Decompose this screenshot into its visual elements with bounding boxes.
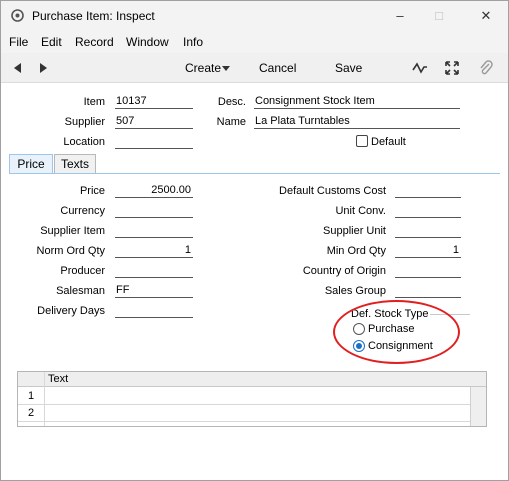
desc-field[interactable]: Consignment Stock Item (254, 95, 460, 109)
matrix-header: Text (18, 372, 486, 387)
country-of-origin-field[interactable] (395, 264, 461, 278)
menu-edit[interactable]: Edit (41, 35, 62, 49)
matrix-row-number: 2 (27, 407, 35, 419)
sales-group-field[interactable] (395, 284, 461, 298)
matrix-column-text: Text (48, 373, 69, 385)
supplier-unit-label: Supplier Unit (323, 225, 386, 237)
toolbar: Create Cancel Save (1, 53, 508, 83)
currency-label: Currency (60, 205, 105, 217)
menu-record[interactable]: Record (75, 35, 114, 49)
producer-label: Producer (60, 265, 105, 277)
chevron-down-icon[interactable] (220, 62, 232, 74)
save-button[interactable]: Save (335, 61, 362, 75)
norm-ord-qty-label: Norm Ord Qty (36, 245, 105, 257)
tab-divider (9, 173, 500, 174)
currency-field[interactable] (115, 204, 193, 218)
purchase-item-window: Purchase Item: Inspect – □ ✕ File Edit R… (0, 0, 509, 481)
name-label: Name (216, 116, 246, 128)
menu-bar: File Edit Record Window Info (1, 31, 508, 53)
name-field[interactable]: La Plata Turntables (254, 115, 460, 129)
desc-label: Desc. (217, 96, 246, 108)
sales-group-label: Sales Group (324, 285, 386, 297)
location-field[interactable] (115, 135, 193, 149)
default-customs-cost-label: Default Customs Cost (279, 185, 386, 197)
title-bar: Purchase Item: Inspect – □ ✕ (1, 1, 508, 31)
activity-icon[interactable] (412, 60, 428, 76)
tab-texts[interactable]: Texts (54, 154, 96, 174)
window-title: Purchase Item: Inspect (32, 9, 155, 23)
matrix-cell[interactable] (45, 405, 470, 421)
min-ord-qty-field[interactable]: 1 (395, 244, 461, 258)
app-icon (11, 9, 24, 22)
menu-file[interactable]: File (9, 35, 28, 49)
default-label: Default (371, 136, 406, 148)
previous-record-icon[interactable] (10, 60, 26, 76)
supplier-field[interactable]: 507 (115, 115, 193, 129)
record-content: Item 10137 Desc. Consignment Stock Item … (1, 84, 508, 480)
cancel-button[interactable]: Cancel (259, 61, 296, 75)
tab-price[interactable]: Price (9, 154, 53, 174)
expand-icon[interactable] (444, 60, 460, 76)
default-customs-cost-field[interactable] (395, 184, 461, 198)
min-ord-qty-label: Min Ord Qty (326, 245, 386, 257)
default-checkbox[interactable] (356, 135, 368, 147)
supplier-item-field[interactable] (115, 224, 193, 238)
delivery-days-field[interactable] (115, 304, 193, 318)
menu-info[interactable]: Info (183, 35, 203, 49)
highlight-ellipse (333, 300, 460, 364)
supplier-label: Supplier (64, 116, 105, 128)
attachment-icon[interactable] (478, 60, 494, 76)
close-icon[interactable]: ✕ (476, 7, 496, 25)
minimize-icon[interactable]: – (390, 7, 410, 25)
salesman-label: Salesman (56, 285, 105, 297)
create-button[interactable]: Create (185, 61, 221, 75)
text-matrix: Text 1 2 (17, 371, 487, 427)
price-field[interactable]: 2500.00 (115, 184, 193, 198)
unit-conv-label: Unit Conv. (335, 205, 386, 217)
location-label: Location (63, 136, 105, 148)
item-field[interactable]: 10137 (115, 95, 193, 109)
norm-ord-qty-field[interactable]: 1 (115, 244, 193, 258)
matrix-scrollbar[interactable] (470, 387, 486, 426)
matrix-cell[interactable] (45, 388, 470, 404)
maximize-icon[interactable]: □ (429, 7, 449, 25)
delivery-days-label: Delivery Days (37, 305, 105, 317)
matrix-row-divider (18, 421, 470, 422)
next-record-icon[interactable] (35, 60, 51, 76)
salesman-field[interactable]: FF (115, 284, 193, 298)
supplier-item-label: Supplier Item (40, 225, 105, 237)
supplier-unit-field[interactable] (395, 224, 461, 238)
matrix-row-number: 1 (27, 390, 35, 402)
country-of-origin-label: Country of Origin (302, 265, 386, 277)
price-label: Price (79, 185, 105, 197)
unit-conv-field[interactable] (395, 204, 461, 218)
producer-field[interactable] (115, 264, 193, 278)
item-label: Item (83, 96, 105, 108)
menu-window[interactable]: Window (126, 35, 169, 49)
